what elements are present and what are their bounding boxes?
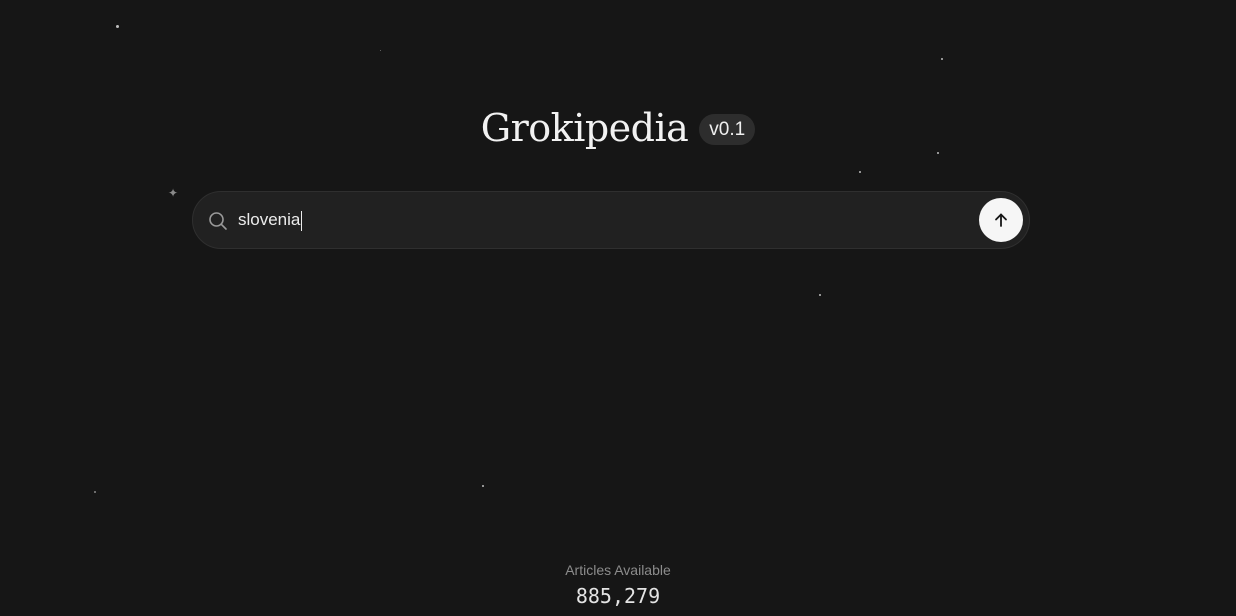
articles-count: 885,279 [575, 584, 661, 608]
site-header: Grokipedia v0.1 [0, 104, 1236, 152]
background-star [937, 152, 939, 154]
search-input[interactable]: slovenia [238, 202, 968, 238]
background-star [380, 50, 381, 51]
version-badge: v0.1 [699, 113, 756, 145]
articles-stats: Articles Available 885,279 [0, 561, 1236, 610]
search-submit-button[interactable] [979, 198, 1023, 242]
arrow-up-icon [993, 212, 1009, 228]
sparkle-star-icon: ✦ [168, 186, 179, 200]
site-title[interactable]: Grokipedia [481, 104, 689, 152]
articles-available-label: Articles Available [565, 562, 671, 578]
background-star [482, 485, 484, 487]
background-star [819, 294, 821, 296]
text-caret [301, 210, 303, 231]
background-star [116, 25, 119, 28]
background-star [94, 491, 96, 493]
search-icon [208, 211, 228, 231]
background-star [859, 171, 861, 173]
background-star [941, 58, 943, 60]
search-bar[interactable]: slovenia [192, 191, 1030, 249]
search-input-value: slovenia [238, 210, 301, 229]
